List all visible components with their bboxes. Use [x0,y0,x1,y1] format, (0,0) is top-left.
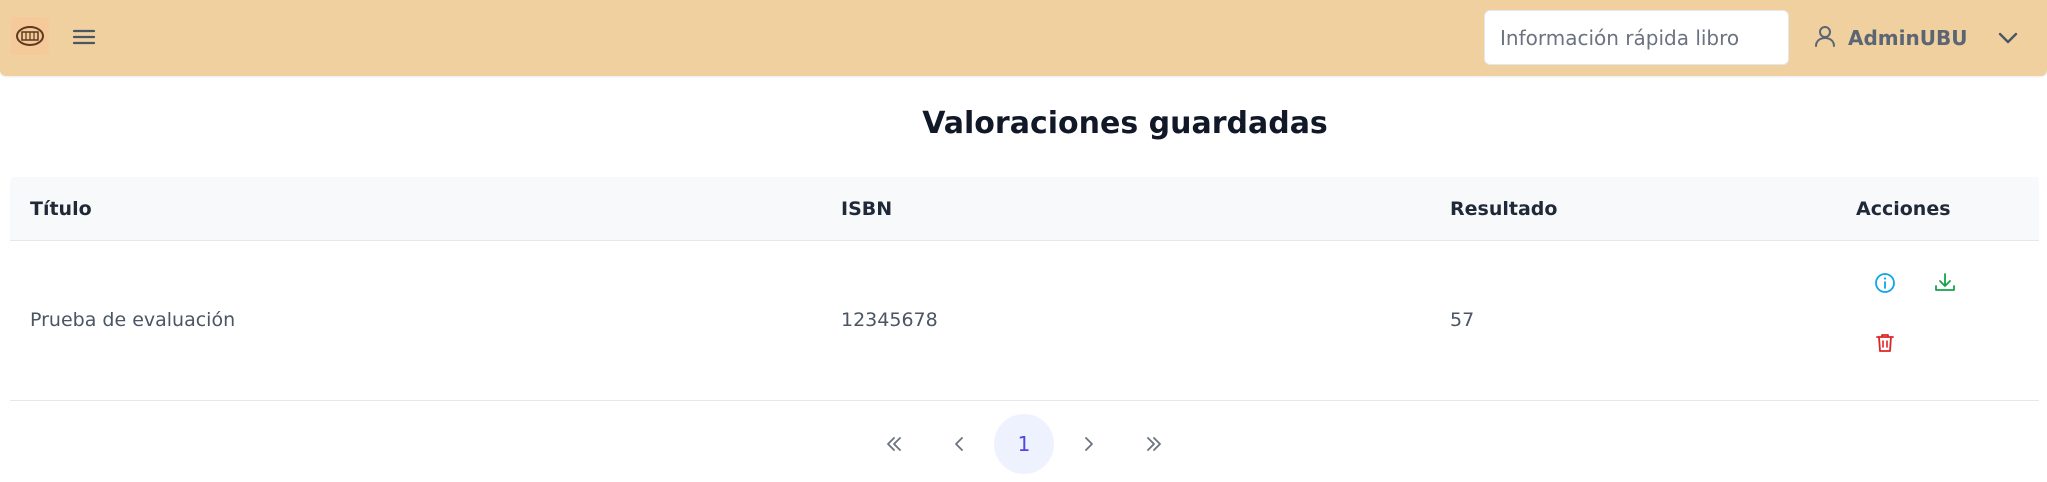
quick-book-search-input[interactable] [1484,10,1789,65]
page-title: Valoraciones guardadas [922,106,1328,141]
chevron-down-icon[interactable] [1993,23,2023,53]
info-icon[interactable] [1869,267,1901,299]
cell-resultado: 57 [1450,309,1475,331]
hamburger-menu-icon[interactable] [70,24,98,50]
chevron-right-icon[interactable] [1059,414,1119,474]
user-name: AdminUBU [1848,26,1968,50]
cell-isbn: 12345678 [841,309,938,331]
saved-ratings-table: Título ISBN Resultado Acciones Prueba de… [10,177,2039,401]
column-header-acciones: Acciones [1856,198,1951,220]
library-logo-icon[interactable] [11,17,49,55]
cell-titulo: Prueba de evaluación [30,309,236,331]
column-header-isbn: ISBN [841,198,893,220]
page-button-current[interactable]: 1 [994,414,1054,474]
column-header-resultado: Resultado [1450,198,1558,220]
user-icon [1812,23,1838,53]
trash-icon[interactable] [1869,327,1901,359]
user-menu[interactable]: AdminUBU [1812,21,1967,55]
column-header-titulo: Título [30,198,92,220]
top-navbar: AdminUBU [0,0,2047,76]
page-number: 1 [1017,432,1031,456]
chevron-left-icon[interactable] [929,414,989,474]
table-header: Título ISBN Resultado Acciones [10,177,2039,241]
table-row: Prueba de evaluación 12345678 57 [10,241,2039,401]
chevrons-left-icon[interactable] [864,414,924,474]
chevrons-right-icon[interactable] [1124,414,1184,474]
download-icon[interactable] [1929,267,1961,299]
pagination: 1 [0,414,2047,476]
